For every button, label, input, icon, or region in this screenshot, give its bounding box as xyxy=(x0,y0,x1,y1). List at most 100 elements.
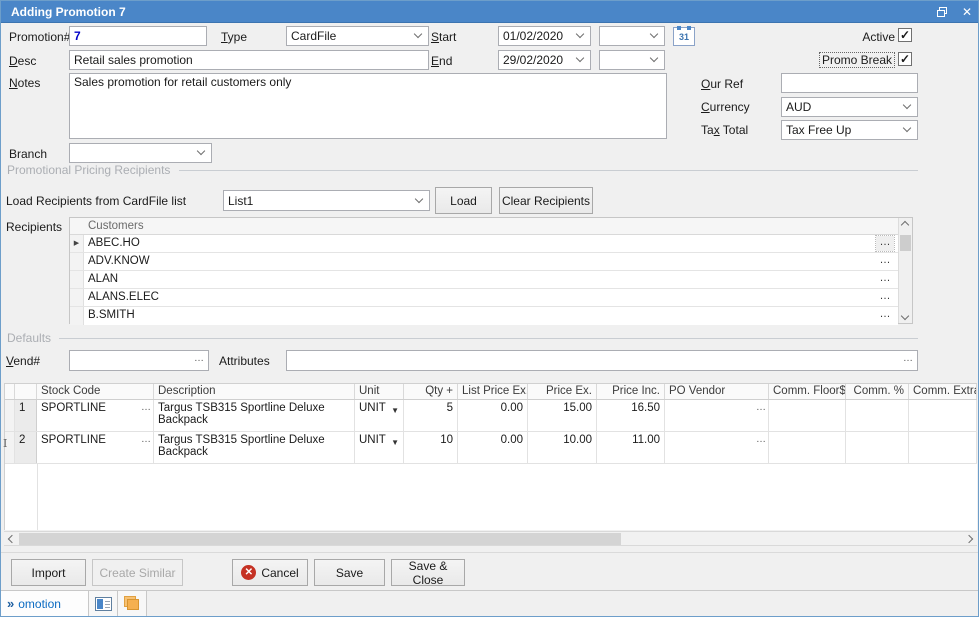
grid-empty-area xyxy=(5,464,977,530)
type-value: CardFile xyxy=(291,29,336,43)
report-icon xyxy=(95,597,112,611)
qty-cell[interactable]: 5 xyxy=(404,400,458,431)
description-cell[interactable]: Targus TSB315 Sportline Deluxe Backpack xyxy=(154,400,355,431)
currency-select[interactable]: AUD xyxy=(781,97,918,117)
copies-icon xyxy=(124,596,141,611)
price-inc-cell[interactable]: 16.50 xyxy=(597,400,665,431)
ellipsis-button[interactable]: … xyxy=(194,353,204,364)
comm-floor-cell[interactable] xyxy=(769,400,846,431)
calendar-icon[interactable]: 31 xyxy=(673,27,695,46)
description-cell[interactable]: Targus TSB315 Sportline Deluxe Backpack xyxy=(154,432,355,463)
import-button[interactable]: Import xyxy=(11,559,86,586)
comm-pct-cell[interactable] xyxy=(846,432,909,463)
our-ref-field[interactable] xyxy=(781,73,918,93)
desc-field[interactable] xyxy=(69,50,429,70)
unit-cell[interactable]: UNIT▼ xyxy=(355,432,404,463)
our-ref-label: Our Ref xyxy=(701,77,743,91)
tab-copies[interactable] xyxy=(118,591,147,616)
close-icon[interactable]: ✕ xyxy=(962,1,972,23)
dropdown-arrow-icon[interactable]: ▼ xyxy=(391,406,399,415)
promotion-number-field[interactable] xyxy=(69,26,207,46)
recipients-column-header: Customers xyxy=(70,218,898,235)
cardfile-list-select[interactable]: List1 xyxy=(223,190,430,211)
scrollbar-thumb[interactable] xyxy=(19,533,621,545)
grid-row[interactable]: 2 SPORTLINE… Targus TSB315 Sportline Del… xyxy=(5,432,977,464)
ellipsis-button[interactable]: … xyxy=(756,434,766,445)
comm-extra-cell[interactable] xyxy=(909,400,977,431)
vend-label: Vend# xyxy=(6,354,40,368)
vend-field[interactable]: … xyxy=(69,350,209,371)
scroll-left-icon[interactable] xyxy=(8,535,16,543)
tab-promotion[interactable]: » omotion xyxy=(1,591,89,616)
ellipsis-button[interactable]: … xyxy=(876,254,894,269)
promo-break-checkbox[interactable]: ✓ xyxy=(898,52,912,66)
ellipsis-button[interactable]: … xyxy=(876,272,894,287)
price-ex-cell[interactable]: 10.00 xyxy=(528,432,597,463)
scroll-down-icon[interactable] xyxy=(901,312,909,320)
grid-header-indicator xyxy=(5,384,15,399)
ellipsis-button[interactable]: … xyxy=(876,236,894,251)
dropdown-arrow-icon[interactable]: ▼ xyxy=(391,438,399,447)
recipient-row[interactable]: ALAN … xyxy=(70,271,898,289)
recipient-row[interactable]: ▶ ABEC.HO … xyxy=(70,235,898,253)
restore-window-icon[interactable] xyxy=(937,7,948,17)
end-date-select[interactable]: 29/02/2020 xyxy=(498,50,591,70)
start-date-select[interactable]: 01/02/2020 xyxy=(498,26,591,46)
ellipsis-button[interactable]: … xyxy=(876,290,894,305)
save-button[interactable]: Save xyxy=(314,559,385,586)
tax-total-select[interactable]: Tax Free Up xyxy=(781,120,918,140)
stock-code-cell[interactable]: SPORTLINE… xyxy=(37,400,154,431)
unit-cell[interactable]: UNIT▼ xyxy=(355,400,404,431)
row-marker-icon: ▶ xyxy=(70,235,84,252)
start-time-select[interactable] xyxy=(599,26,665,46)
tab-report[interactable] xyxy=(89,591,118,616)
attributes-field[interactable]: … xyxy=(286,350,918,371)
row-number: 1 xyxy=(15,400,37,431)
vertical-scrollbar[interactable] xyxy=(898,218,912,323)
scrollbar-thumb[interactable] xyxy=(900,235,911,251)
recipient-row[interactable]: ALANS.ELEC … xyxy=(70,289,898,307)
type-select[interactable]: CardFile xyxy=(286,26,429,46)
po-vendor-cell[interactable]: … xyxy=(665,432,769,463)
cancel-button[interactable]: ✕ Cancel xyxy=(232,559,308,586)
horizontal-scrollbar[interactable] xyxy=(4,531,977,546)
grid-row[interactable]: 1 SPORTLINE… Targus TSB315 Sportline Del… xyxy=(5,400,977,432)
ellipsis-button[interactable]: … xyxy=(903,353,913,364)
comm-extra-cell[interactable] xyxy=(909,432,977,463)
window-title: Adding Promotion 7 xyxy=(1,5,126,19)
clear-recipients-button[interactable]: Clear Recipients xyxy=(499,187,593,214)
save-close-button[interactable]: Save & Close xyxy=(391,559,465,586)
price-inc-cell[interactable]: 11.00 xyxy=(597,432,665,463)
comm-pct-cell[interactable] xyxy=(846,400,909,431)
recipient-row[interactable]: ADV.KNOW … xyxy=(70,253,898,271)
grid-header-list-price-ex: List Price Ex. xyxy=(458,384,528,399)
price-ex-cell[interactable]: 15.00 xyxy=(528,400,597,431)
load-button[interactable]: Load xyxy=(435,187,492,214)
statusbar: » omotion xyxy=(1,590,978,616)
branch-select[interactable] xyxy=(69,143,212,163)
list-price-ex-cell[interactable]: 0.00 xyxy=(458,432,528,463)
comm-floor-cell[interactable] xyxy=(769,432,846,463)
ellipsis-button[interactable]: … xyxy=(876,308,894,323)
list-price-ex-cell[interactable]: 0.00 xyxy=(458,400,528,431)
active-checkbox[interactable]: ✓ xyxy=(898,28,912,42)
chevron-down-icon xyxy=(650,30,658,38)
recipient-row[interactable]: B.SMITH … xyxy=(70,307,898,325)
scroll-right-icon[interactable] xyxy=(965,535,973,543)
type-label: Type xyxy=(221,30,247,44)
po-vendor-cell[interactable]: … xyxy=(665,400,769,431)
ellipsis-button[interactable]: … xyxy=(141,402,151,413)
titlebar: Adding Promotion 7 ✕ xyxy=(1,1,978,23)
ellipsis-button[interactable]: … xyxy=(756,402,766,413)
scroll-up-icon[interactable] xyxy=(901,221,909,229)
promo-break-label: Promo Break xyxy=(819,52,895,68)
recipient-name: ADV.KNOW xyxy=(88,253,150,270)
end-time-select[interactable] xyxy=(599,50,665,70)
grid-header-unit: Unit xyxy=(355,384,404,399)
qty-cell[interactable]: 10 xyxy=(404,432,458,463)
stock-code-cell[interactable]: SPORTLINE… xyxy=(37,432,154,463)
chevron-down-icon xyxy=(903,101,911,109)
ellipsis-button[interactable]: … xyxy=(141,434,151,445)
notes-field[interactable]: Sales promotion for retail customers onl… xyxy=(69,73,667,139)
chevron-down-icon xyxy=(414,30,422,38)
